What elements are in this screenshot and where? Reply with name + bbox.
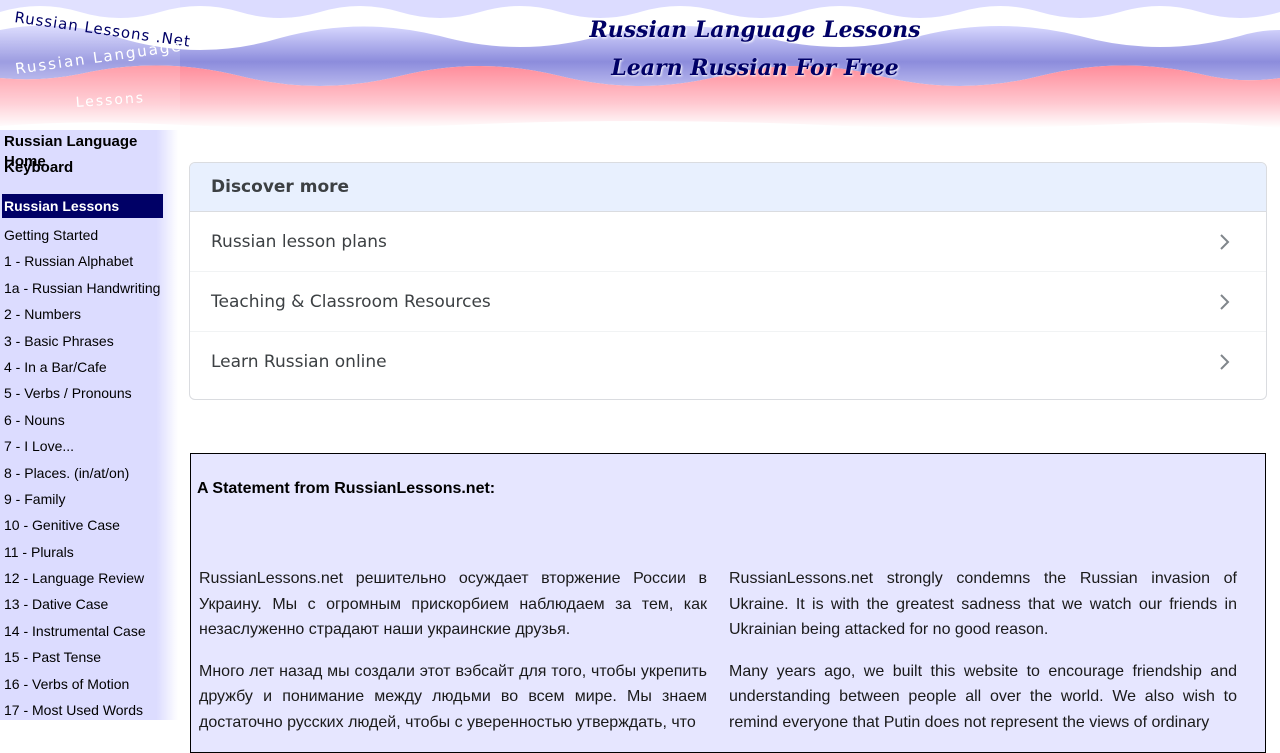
sidebar-item-lesson-11[interactable]: 11 - Plurals [0, 539, 178, 565]
sidebar-item-lesson-4[interactable]: 4 - In a Bar/Cafe [0, 354, 178, 380]
statement-box: A Statement from RussianLessons.net: Rus… [190, 453, 1266, 753]
sidebar-item-lesson-1[interactable]: 1 - Russian Alphabet [0, 248, 178, 274]
sidebar-item-lesson-2[interactable]: 2 - Numbers [0, 301, 178, 327]
discover-more-heading: Discover more [190, 163, 1266, 212]
sidebar-item-lesson-13[interactable]: 13 - Dative Case [0, 591, 178, 617]
sidebar-item-lesson-3[interactable]: 3 - Basic Phrases [0, 328, 178, 354]
sidebar-item-lesson-5[interactable]: 5 - Verbs / Pronouns [0, 380, 178, 406]
sidebar-item-lesson-10[interactable]: 10 - Genitive Case [0, 512, 178, 538]
statement-russian-column: RussianLessons.net решительно осуждает в… [199, 566, 707, 751]
site-title: Russian Language Lessons [589, 17, 921, 43]
logo-line-2: Russian Language [14, 37, 183, 78]
sidebar-item-lesson-6[interactable]: 6 - Nouns [0, 407, 178, 433]
sidebar-nav: Russian Language Home Keyboard Russian L… [0, 130, 178, 720]
sidebar-item-lesson-12[interactable]: 12 - Language Review [0, 565, 178, 591]
sidebar-section-title: Russian Lessons [2, 194, 163, 218]
sidebar-item-lesson-8[interactable]: 8 - Places. (in/at/on) [0, 460, 178, 486]
sidebar-link-home[interactable]: Russian Language Home [0, 132, 178, 170]
statement-ru-paragraph-2: Много лет назад мы создали этот вэбсайт … [199, 662, 707, 731]
discover-item-lesson-plans[interactable]: Russian lesson plans [190, 212, 1266, 272]
statement-en-paragraph-2: Many years ago, we built this website to… [729, 662, 1237, 731]
statement-en-paragraph-1: RussianLessons.net strongly condemns the… [729, 570, 1237, 638]
discover-item-label: Teaching & Classroom Resources [211, 292, 491, 312]
chevron-right-icon [1220, 354, 1230, 370]
discover-more-panel: Discover more Russian lesson plans Teach… [189, 162, 1267, 400]
chevron-right-icon [1220, 234, 1230, 250]
site-subtitle: Learn Russian For Free [611, 55, 899, 81]
statement-title: A Statement from RussianLessons.net: [197, 480, 496, 497]
site-logo[interactable]: Russian Lessons .Net Russian Language Le… [0, 0, 230, 120]
sidebar-item-lesson-7[interactable]: 7 - I Love... [0, 433, 178, 459]
statement-ru-paragraph-1: RussianLessons.net решительно осуждает в… [199, 570, 707, 638]
statement-english-column: RussianLessons.net strongly condemns the… [729, 566, 1237, 751]
logo-line-3: Lessons [75, 90, 145, 111]
sidebar-item-lesson-16[interactable]: 16 - Verbs of Motion [0, 671, 178, 697]
site-header: Russian Lessons .Net Russian Language Le… [0, 0, 1280, 130]
discover-item-label: Learn Russian online [211, 352, 387, 372]
sidebar-item-lesson-1a[interactable]: 1a - Russian Handwriting [0, 275, 178, 301]
chevron-right-icon [1220, 294, 1230, 310]
discover-item-learn-russian-online[interactable]: Learn Russian online [190, 332, 1266, 392]
sidebar-link-keyboard[interactable]: Keyboard [0, 158, 178, 184]
sidebar-item-lesson-14[interactable]: 14 - Instrumental Case [0, 618, 178, 644]
discover-item-teaching-resources[interactable]: Teaching & Classroom Resources [190, 272, 1266, 332]
sidebar-item-lesson-17[interactable]: 17 - Most Used Words [0, 697, 178, 723]
sidebar-item-getting-started[interactable]: Getting Started [0, 222, 178, 248]
discover-item-label: Russian lesson plans [211, 232, 387, 252]
sidebar-item-lesson-9[interactable]: 9 - Family [0, 486, 178, 512]
sidebar-item-lesson-15[interactable]: 15 - Past Tense [0, 644, 178, 670]
